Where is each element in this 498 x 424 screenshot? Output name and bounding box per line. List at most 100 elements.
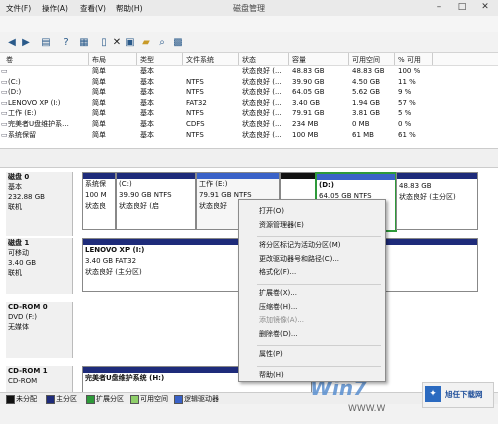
table-cell: 100 % bbox=[398, 67, 421, 75]
table-cell: NTFS bbox=[186, 109, 204, 118]
cdrom-0-info[interactable]: CD-ROM 0 DVD (F:) 无媒体 bbox=[6, 302, 73, 358]
disk-0-type: 基本 bbox=[8, 183, 22, 191]
partition-size: 48.83 GB bbox=[399, 182, 432, 190]
forward-icon[interactable]: ▶ bbox=[20, 37, 32, 49]
col-layout[interactable]: 布局 bbox=[92, 55, 106, 65]
disk-1-name: 磁盘 1 bbox=[8, 239, 30, 247]
zoom-icon[interactable]: ▩ bbox=[172, 37, 184, 49]
table-row[interactable]: ▭ (D:) 简单 基本 NTFS 状态良好 (... 64.05 GB 5.62 GB 9 % bbox=[0, 87, 498, 98]
context-menu: 打开(O) 资源管理器(E) 将分区标记为活动分区(M) 更改驱动器号和路径(C)..… bbox=[238, 199, 386, 382]
table-cell: 简单 bbox=[92, 77, 106, 86]
context-menu-item[interactable]: 打开(O) bbox=[259, 206, 284, 216]
disk-1-status: 联机 bbox=[8, 269, 22, 277]
legend-swatch-free bbox=[130, 395, 139, 404]
search-icon[interactable]: ⌕ bbox=[156, 37, 168, 49]
close-icon[interactable]: ✕ bbox=[111, 37, 123, 49]
table-cell: 状态良好 (... bbox=[242, 130, 282, 139]
menu-help[interactable]: 帮助(H) bbox=[116, 3, 143, 14]
partition-c[interactable]: (C:) 39.90 GB NTFS 状态良好 (启 bbox=[116, 172, 196, 230]
table-cell: 状态良好 (... bbox=[242, 67, 282, 75]
table-cell: 0 MB bbox=[352, 120, 370, 128]
back-icon[interactable]: ◀ bbox=[6, 37, 18, 49]
properties-icon[interactable]: ▦ bbox=[78, 37, 90, 49]
maximize-icon[interactable]: □ bbox=[451, 1, 473, 14]
col-free-space[interactable]: 可用空间 bbox=[352, 55, 380, 65]
new-icon[interactable]: ▯ bbox=[98, 37, 110, 49]
table-cell: 39.90 GB bbox=[292, 77, 325, 86]
cdrom-1-type: CD-ROM bbox=[8, 377, 38, 385]
menu-action[interactable]: 操作(A) bbox=[42, 3, 68, 14]
usb-drive-icon: ▭ bbox=[1, 98, 8, 107]
menu-separator bbox=[257, 284, 381, 285]
copy-icon[interactable]: ▣ bbox=[124, 37, 136, 49]
cdrom-1-info[interactable]: CD-ROM 1 CD-ROM bbox=[6, 366, 73, 392]
col-free-percent[interactable]: % 可用 bbox=[398, 55, 421, 65]
table-cell: 11 % bbox=[398, 77, 416, 86]
disk-0-name: 磁盘 0 bbox=[8, 173, 30, 181]
table-cell: 基本 bbox=[140, 67, 154, 75]
table-cell: 48.83 GB bbox=[352, 67, 385, 75]
legend-logical: 逻辑驱动器 bbox=[184, 395, 219, 403]
context-menu-item[interactable]: 扩展卷(X)... bbox=[259, 288, 297, 298]
context-menu-item[interactable]: 压缩卷(H)... bbox=[259, 302, 297, 312]
menu-file[interactable]: 文件(F) bbox=[6, 3, 31, 14]
menu-view[interactable]: 查看(V) bbox=[80, 3, 106, 14]
legend-free: 可用空间 bbox=[140, 395, 168, 403]
menu-separator bbox=[257, 366, 381, 367]
table-row[interactable]: ▭ (C:) 简单 基本 NTFS 状态良好 (... 39.90 GB 4.50 GB 11 … bbox=[0, 77, 498, 88]
context-menu-item[interactable]: 更改驱动器号和路径(C)... bbox=[259, 254, 339, 264]
drive-icon: ▭ bbox=[1, 88, 8, 97]
partition-label: 系统保 bbox=[85, 180, 106, 188]
table-cell: (C:) bbox=[8, 77, 21, 86]
help-icon[interactable]: ? bbox=[60, 37, 72, 49]
table-row[interactable]: ▭ LENOVO XP (I:) 简单 基本 FAT32 状态良好 (... 3.40 GB… bbox=[0, 98, 498, 109]
legend-swatch-logical bbox=[174, 395, 183, 404]
disk-1-info[interactable]: 磁盘 1 可移动 3.40 GB 联机 bbox=[6, 238, 73, 294]
table-cell: 基本 bbox=[140, 130, 154, 139]
watermark-logo-icon: ✦ bbox=[425, 386, 441, 402]
table-row[interactable]: ▭ 简单 基本 状态良好 (... 48.83 GB 48.83 GB 100 % bbox=[0, 66, 498, 77]
table-row[interactable]: ▭ 系统保留 简单 基本 NTFS 状态良好 (... 100 MB 61 MB 61 % bbox=[0, 130, 498, 141]
cd-drive-icon: ▭ bbox=[1, 120, 8, 128]
partition-unnamed[interactable]: 48.83 GB 状态良好 (主分区) bbox=[396, 172, 478, 230]
table-cell: 61 MB bbox=[352, 130, 374, 139]
partition-status: 状态良好 (启 bbox=[119, 202, 159, 210]
disk-0-info[interactable]: 磁盘 0 基本 232.88 GB 联机 bbox=[6, 172, 73, 236]
table-row[interactable]: ▭ 完美者U盘维护系... 简单 基本 CDFS 状态良好 (... 234 MB 0 MB 0… bbox=[0, 119, 498, 130]
table-cell: FAT32 bbox=[186, 98, 207, 107]
minimize-icon[interactable]: – bbox=[428, 1, 450, 14]
context-menu-item[interactable]: 资源管理器(E) bbox=[259, 220, 304, 230]
partition-label: (C:) bbox=[119, 180, 132, 188]
partition-system-reserved[interactable]: 系统保 100 M 状态良 bbox=[82, 172, 116, 230]
table-cell: 100 MB bbox=[292, 130, 319, 139]
disk-1-type: 可移动 bbox=[8, 249, 29, 257]
table-cell: LENOVO XP (I:) bbox=[8, 98, 61, 107]
up-icon[interactable]: ▤ bbox=[40, 37, 52, 49]
table-cell: 4.50 GB bbox=[352, 77, 381, 86]
col-status[interactable]: 状态 bbox=[242, 55, 256, 65]
col-filesystem[interactable]: 文件系统 bbox=[186, 55, 214, 65]
context-menu-item[interactable]: 属性(P) bbox=[259, 349, 283, 359]
context-menu-item[interactable]: 将分区标记为活动分区(M) bbox=[259, 240, 341, 250]
context-menu-item[interactable]: 帮助(H) bbox=[259, 370, 284, 380]
watermark-logo-box: ✦ 旭任下载网 bbox=[422, 382, 494, 408]
legend-swatch-unallocated bbox=[6, 395, 15, 404]
pane-splitter[interactable] bbox=[0, 148, 498, 168]
table-row[interactable]: ▭ 工作 (E:) 简单 基本 NTFS 状态良好 (... 79.91 GB 3.81 GB… bbox=[0, 108, 498, 119]
col-type[interactable]: 类型 bbox=[140, 55, 154, 65]
table-cell: 简单 bbox=[92, 130, 106, 139]
legend-primary: 主分区 bbox=[56, 395, 77, 403]
table-cell: 234 MB bbox=[292, 120, 319, 128]
context-menu-item[interactable]: 格式化(F)... bbox=[259, 267, 296, 277]
context-menu-item: 添加镜像(A)... bbox=[259, 316, 304, 325]
table-cell: 简单 bbox=[92, 120, 106, 128]
menu-separator bbox=[257, 345, 381, 347]
col-capacity[interactable]: 容量 bbox=[292, 55, 306, 65]
table-cell: 简单 bbox=[92, 88, 106, 97]
table-cell: 3.40 GB bbox=[292, 98, 321, 107]
col-volume[interactable]: 卷 bbox=[6, 55, 13, 65]
open-icon[interactable]: ▰ bbox=[140, 37, 152, 49]
context-menu-item[interactable]: 删除卷(D)... bbox=[259, 329, 298, 339]
close-window-icon[interactable]: ✕ bbox=[474, 1, 496, 14]
partition-size: 100 M bbox=[85, 191, 107, 199]
